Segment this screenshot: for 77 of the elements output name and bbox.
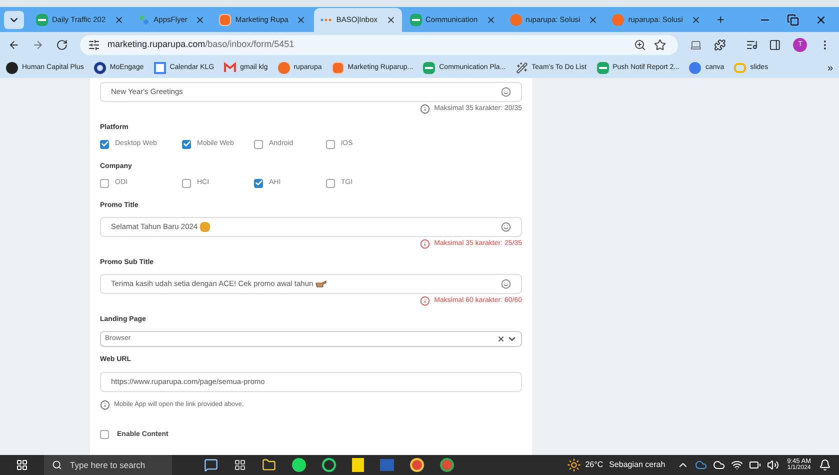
info-icon	[100, 400, 110, 410]
dots-icon	[320, 16, 332, 24]
mail-icon	[224, 62, 236, 74]
close-icon[interactable]	[386, 15, 396, 25]
tab-search-button[interactable]	[4, 11, 24, 29]
restore-icon[interactable]	[787, 14, 799, 26]
sheet-icon	[410, 14, 422, 26]
media-icon[interactable]	[746, 39, 758, 51]
sheet-icon	[36, 14, 48, 26]
bag-icon	[510, 14, 522, 26]
slides-icon	[734, 63, 746, 73]
address-bar[interactable]: marketing.ruparupa.com/baso/inbox/form/5451	[80, 35, 678, 55]
close-icon[interactable]	[588, 15, 598, 25]
search-icon	[52, 460, 62, 470]
leaf-icon	[138, 14, 150, 26]
info-icon	[420, 296, 430, 306]
volume-icon[interactable]	[767, 459, 780, 471]
windows-icon[interactable]	[16, 459, 28, 471]
weather-text: Sebagian cerah	[609, 459, 666, 471]
task-view-icon[interactable]	[234, 459, 246, 471]
checkbox[interactable]	[182, 178, 191, 188]
browser-icon[interactable]	[440, 458, 454, 472]
close-icon[interactable]	[114, 15, 124, 25]
checkbox[interactable]	[254, 178, 263, 188]
chevron-down-icon[interactable]	[507, 334, 517, 344]
notification-icon[interactable]	[819, 459, 831, 471]
checkbox[interactable]	[100, 178, 109, 188]
folder-icon[interactable]	[262, 458, 276, 472]
bag-icon	[612, 14, 624, 26]
cloud-icon[interactable]	[713, 459, 726, 471]
smiley-icon[interactable]	[501, 222, 511, 232]
battery-icon[interactable]	[749, 459, 762, 471]
pointing-hand-icon	[315, 279, 328, 289]
temperature: 26°C	[585, 459, 604, 471]
info-icon	[420, 104, 430, 114]
close-icon[interactable]	[296, 15, 306, 25]
browser-icon[interactable]	[410, 458, 424, 472]
url-text: marketing.ruparupa.com/baso/inbox/form/5451	[108, 38, 294, 52]
wand-icon	[516, 62, 528, 74]
phone-chat-icon[interactable]	[322, 458, 336, 472]
chat-app-icon[interactable]	[204, 458, 218, 472]
laptop-icon[interactable]	[690, 39, 702, 51]
ring-icon	[94, 62, 106, 74]
taskbar-search-field[interactable]: Type here to search	[44, 455, 172, 475]
calendar-emoji-icon	[200, 222, 210, 232]
checkbox[interactable]	[182, 140, 191, 149]
checkbox[interactable]	[100, 140, 109, 149]
sheet-icon	[423, 62, 436, 74]
checkbox[interactable]	[326, 140, 335, 149]
extensions-icon[interactable]	[714, 39, 726, 51]
more-bookmarks-button[interactable]: »	[827, 60, 833, 76]
checkbox[interactable]	[254, 140, 263, 149]
smiley-icon[interactable]	[501, 87, 511, 97]
info-icon	[420, 239, 430, 250]
site-settings-icon[interactable]	[88, 39, 100, 51]
star-icon[interactable]	[654, 39, 666, 51]
close-icon[interactable]	[195, 15, 206, 25]
back-icon[interactable]	[8, 39, 20, 51]
sheet-icon	[596, 62, 609, 74]
smiley-icon[interactable]	[501, 279, 511, 289]
forward-icon[interactable]	[32, 39, 44, 51]
clear-icon[interactable]	[497, 335, 505, 343]
music-app-icon[interactable]	[292, 458, 306, 472]
zoom-icon[interactable]	[634, 39, 646, 51]
close-icon[interactable]	[690, 15, 701, 25]
reload-icon[interactable]	[56, 39, 68, 51]
weather-icon	[567, 458, 582, 472]
bag-icon	[332, 62, 344, 74]
close-icon[interactable]	[815, 14, 827, 26]
new-tab-button[interactable]: +	[708, 8, 732, 32]
checkbox[interactable]	[100, 430, 109, 440]
bag-icon	[219, 14, 232, 26]
close-icon[interactable]	[486, 15, 496, 25]
bag-icon	[278, 62, 290, 74]
checkbox[interactable]	[326, 178, 335, 188]
calendar-icon	[154, 62, 166, 74]
side-panel-icon[interactable]	[769, 39, 782, 51]
